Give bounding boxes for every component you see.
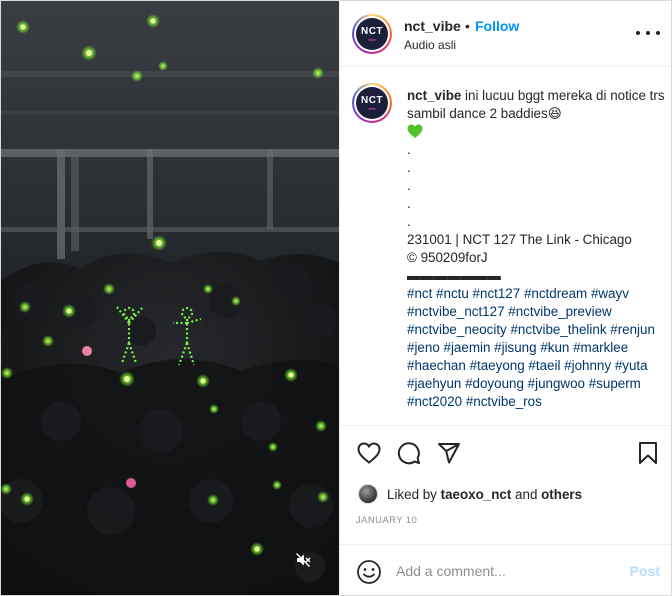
hashtag-link[interactable]: #jungwoo [528, 376, 585, 391]
hashtag-link[interactable]: #wayv [591, 286, 629, 301]
mute-button[interactable] [295, 552, 325, 582]
likes-others-link[interactable]: others [541, 487, 582, 502]
post-date[interactable]: JANUARY 10 [356, 515, 417, 526]
more-options-button[interactable] [636, 23, 660, 43]
caption-credit: © 950209forJ [407, 250, 488, 265]
likes-connector: and [515, 486, 538, 502]
liker-username[interactable]: taeoxo_nct [441, 487, 512, 502]
green-heart-line [407, 123, 669, 141]
hashtag-link[interactable]: #renjun [610, 322, 655, 337]
hashtag-link[interactable]: #nctvibe_nct127 [407, 304, 505, 319]
hashtag-link[interactable]: #nct [407, 286, 432, 301]
share-button[interactable] [434, 438, 464, 468]
follow-button[interactable]: Follow [475, 18, 519, 34]
share-icon [438, 443, 460, 464]
post-header: NCT vibe nct_vibe • Follow Audio asli [340, 1, 671, 67]
green-heart-icon [407, 124, 423, 138]
post-details-panel: NCT vibe nct_vibe • Follow Audio asli NC… [339, 1, 671, 595]
hashtag-link[interactable]: #jaemin [444, 340, 491, 355]
mute-icon [296, 553, 311, 567]
hashtag-link[interactable]: #jaehyun [407, 376, 461, 391]
hashtag-link[interactable]: #nct2020 [407, 394, 462, 409]
hashtag-link[interactable]: #taeyong [470, 358, 525, 373]
hashtag-link[interactable]: #nctdream [524, 286, 587, 301]
avatar-logo-subtext: vibe [368, 105, 376, 111]
hashtag-link[interactable]: #nctvibe_preview [508, 304, 611, 319]
action-bar [340, 438, 671, 470]
hashtag-link[interactable]: #superm [589, 376, 641, 391]
header-separator: • [465, 18, 470, 34]
caption-text: nct_vibe ini lucuu bggt mereka di notice… [407, 87, 669, 411]
caption-dot: . [407, 160, 411, 175]
comment-bar: Post [340, 544, 671, 595]
post-video[interactable] [1, 1, 339, 595]
hashtag-link[interactable]: #nctvibe_neocity [407, 322, 507, 337]
hashtag-link[interactable]: #taeil [528, 358, 560, 373]
comment-button[interactable] [394, 438, 424, 468]
save-button[interactable] [633, 438, 663, 468]
heart-icon [357, 442, 381, 464]
more-icon [636, 31, 640, 35]
caption-event: 231001 | NCT 127 The Link - Chicago [407, 232, 632, 247]
hashtag-link[interactable]: #marklee [573, 340, 628, 355]
hashtag-link[interactable]: #haechan [407, 358, 466, 373]
hashtag-link[interactable]: #nct127 [473, 286, 521, 301]
likes-summary: Liked by taeoxo_nct and others [358, 483, 582, 505]
hashtag-link[interactable]: #kun [540, 340, 569, 355]
caption-divider: ▬▬▬▬▬▬▬ [407, 268, 501, 283]
comment-input[interactable] [396, 559, 616, 583]
hashtag-link[interactable]: #johnny [564, 358, 611, 373]
comment-icon [397, 442, 420, 465]
avatar-logo-text: NCT [360, 25, 384, 37]
author-avatar[interactable]: NCT vibe [352, 14, 392, 54]
hashtag-link[interactable]: #nctvibe_ros [466, 394, 542, 409]
avatar-logo-text: NCT [360, 94, 384, 106]
hashtag-link[interactable]: #yuta [615, 358, 648, 373]
hashtag-link[interactable]: #jisung [494, 340, 536, 355]
caption-username[interactable]: nct_vibe [407, 88, 461, 103]
likes-prefix: Liked by [387, 486, 437, 502]
hashtag-link[interactable]: #nctvibe_thelink [510, 322, 606, 337]
caption-section[interactable]: NCT vibe nct_vibe ini lucuu bggt mereka … [340, 68, 671, 426]
concert-scene [1, 1, 339, 595]
caption-author-avatar[interactable]: NCT vibe [352, 83, 392, 123]
caption-dot: . [407, 178, 411, 193]
caption-hashtags: #nct #nctu #nct127 #nctdream #wayv #nctv… [407, 285, 669, 411]
hashtag-link[interactable]: #jeno [407, 340, 440, 355]
caption-dot: . [407, 214, 411, 229]
caption-dot: . [407, 196, 411, 211]
liker-avatar[interactable] [358, 484, 378, 504]
more-icon-dot [646, 31, 650, 35]
emoji-icon [357, 560, 381, 584]
avatar-logo-subtext: vibe [368, 36, 376, 42]
hashtag-link[interactable]: #doyoung [465, 376, 524, 391]
more-icon-dot [656, 31, 660, 35]
like-button[interactable] [354, 438, 384, 468]
hashtag-link[interactable]: #nctu [436, 286, 469, 301]
instagram-post-window: NCT vibe nct_vibe • Follow Audio asli NC… [0, 0, 672, 596]
audio-link[interactable]: Audio asli [404, 38, 456, 52]
author-username[interactable]: nct_vibe [404, 18, 461, 34]
post-comment-button[interactable]: Post [630, 563, 660, 579]
emoji-button[interactable] [356, 559, 382, 585]
caption-dot: . [407, 142, 411, 157]
bookmark-icon [639, 442, 657, 464]
